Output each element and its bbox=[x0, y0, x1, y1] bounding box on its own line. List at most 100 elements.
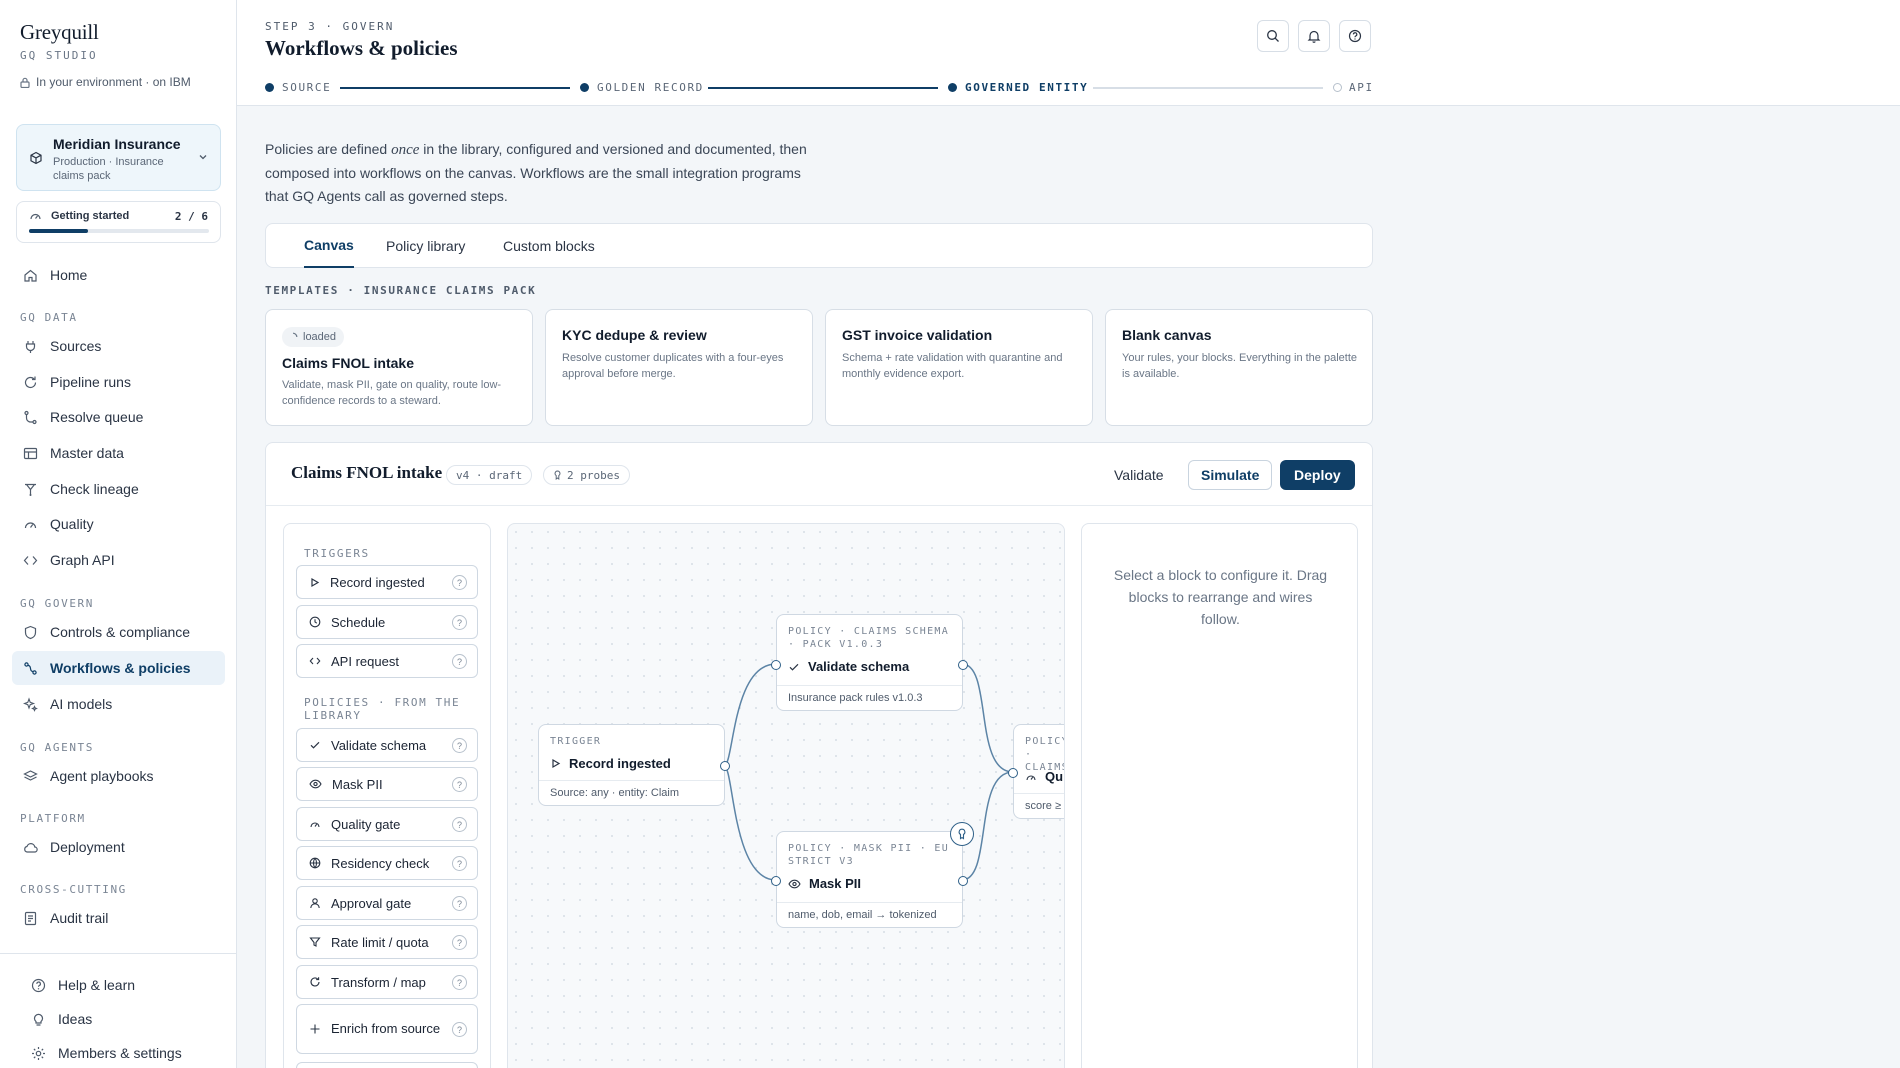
palette-item-enrich-from-source[interactable]: Enrich from source ? bbox=[296, 1004, 478, 1054]
document-icon bbox=[22, 910, 38, 926]
intro-emphasis: once bbox=[391, 142, 420, 158]
sidebar-item-agent-playbooks[interactable]: Agent playbooks bbox=[12, 759, 225, 793]
help-badge[interactable]: ? bbox=[452, 1022, 467, 1037]
step-dot-governed-entity bbox=[948, 83, 957, 92]
help-badge[interactable]: ? bbox=[452, 975, 467, 990]
node-title: Validate schema bbox=[788, 659, 909, 674]
sidebar-item-resolve-queue[interactable]: Resolve queue bbox=[12, 400, 225, 434]
search-button[interactable] bbox=[1257, 20, 1289, 52]
node-detail: Source: any · entity: Claim bbox=[539, 780, 724, 805]
sidebar-item-deployment[interactable]: Deployment bbox=[12, 830, 225, 864]
sidebar-item-label: Sources bbox=[50, 338, 102, 354]
brand-logo[interactable]: Greyquill bbox=[20, 20, 99, 45]
sidebar-item-ai-models[interactable]: AI models bbox=[12, 687, 225, 721]
loaded-badge: loaded bbox=[282, 327, 345, 347]
probe-marker[interactable] bbox=[950, 822, 974, 846]
lineage-icon bbox=[22, 481, 38, 497]
node-validate-schema[interactable]: POLICY · CLAIMS SCHEMA · PACK V1.0.3 Val… bbox=[771, 614, 968, 711]
template-card-kyc-dedupe[interactable]: KYC dedupe & review Resolve customer dup… bbox=[545, 309, 813, 426]
palette-item-residency-check[interactable]: Residency check ? bbox=[296, 846, 478, 880]
node-mask-pii[interactable]: POLICY · MASK PII · EU STRICT V3 Mask PI… bbox=[771, 822, 974, 928]
sidebar-item-audit-trail[interactable]: Audit trail bbox=[12, 901, 225, 935]
tab-canvas[interactable]: Canvas bbox=[304, 224, 354, 268]
palette-item-quality-gate[interactable]: Quality gate ? bbox=[296, 807, 478, 841]
step-connector bbox=[708, 87, 938, 89]
output-port[interactable] bbox=[720, 761, 730, 771]
sidebar-item-quality[interactable]: Quality bbox=[12, 507, 225, 541]
sidebar-item-master-data[interactable]: Master data bbox=[12, 436, 225, 470]
gauge-icon bbox=[22, 516, 38, 532]
step-source[interactable]: SOURCE bbox=[282, 81, 331, 94]
globe-icon bbox=[309, 857, 321, 869]
help-badge[interactable]: ? bbox=[452, 738, 467, 753]
help-badge[interactable]: ? bbox=[452, 817, 467, 832]
template-card-blank-canvas[interactable]: Blank canvas Your rules, your blocks. Ev… bbox=[1105, 309, 1373, 426]
help-button[interactable] bbox=[1339, 20, 1371, 52]
node-kind: POLICY · CLAIMS SCHEMA · PACK V1.0.3 bbox=[788, 626, 950, 650]
template-card-claims-fnol[interactable]: loaded Claims FNOL intake Validate, mask… bbox=[265, 309, 533, 426]
sidebar-item-home[interactable]: Home bbox=[12, 258, 225, 292]
organization-switcher[interactable]: Meridian Insurance Production · Insuranc… bbox=[16, 124, 221, 191]
palette-item-schedule[interactable]: Schedule ? bbox=[296, 605, 478, 639]
sidebar-item-pipeline-runs[interactable]: Pipeline runs bbox=[12, 365, 225, 399]
page-title: Workflows & policies bbox=[265, 36, 458, 60]
sidebar: Greyquill GQ STUDIO In your environment … bbox=[0, 0, 237, 1068]
output-port[interactable] bbox=[958, 876, 968, 886]
help-badge[interactable]: ? bbox=[452, 935, 467, 950]
help-badge[interactable]: ? bbox=[452, 575, 467, 590]
help-badge[interactable]: ? bbox=[452, 896, 467, 911]
palette-item-validate-schema[interactable]: Validate schema ? bbox=[296, 728, 478, 762]
palette-item-approval-gate[interactable]: Approval gate ? bbox=[296, 886, 478, 920]
palette-item-mask-pii[interactable]: Mask PII ? bbox=[296, 767, 478, 801]
sidebar-item-check-lineage[interactable]: Check lineage bbox=[12, 472, 225, 506]
template-title: Blank canvas bbox=[1122, 327, 1212, 343]
sidebar-item-sources[interactable]: Sources bbox=[12, 329, 225, 363]
step-api[interactable]: API bbox=[1349, 81, 1374, 94]
step-governed-entity[interactable]: GOVERNED ENTITY bbox=[965, 81, 1088, 94]
deploy-button[interactable]: Deploy bbox=[1280, 460, 1355, 490]
tab-custom-blocks[interactable]: Custom blocks bbox=[503, 224, 595, 268]
help-badge[interactable]: ? bbox=[452, 615, 467, 630]
workflow-canvas[interactable]: TRIGGER Record ingested Source: any · en… bbox=[507, 523, 1065, 1068]
sidebar-item-workflows-policies[interactable]: Workflows & policies bbox=[12, 651, 225, 685]
help-badge[interactable]: ? bbox=[452, 777, 467, 792]
getting-started-progress-fill bbox=[29, 229, 89, 233]
input-port[interactable] bbox=[771, 876, 781, 886]
help-badge[interactable]: ? bbox=[452, 654, 467, 669]
template-card-gst-invoice[interactable]: GST invoice validation Schema + rate val… bbox=[825, 309, 1093, 426]
template-description: Resolve customer duplicates with a four-… bbox=[562, 352, 784, 380]
probes-chip[interactable]: 2 probes bbox=[543, 465, 630, 485]
shield-icon bbox=[22, 624, 38, 640]
studio-label: GQ STUDIO bbox=[20, 49, 98, 62]
palette-item-label: Validate schema bbox=[331, 737, 427, 753]
simulate-button[interactable]: Simulate bbox=[1188, 460, 1273, 490]
palette-item-rate-limit[interactable]: Rate limit / quota ? bbox=[296, 925, 478, 959]
sidebar-item-ideas[interactable]: Ideas bbox=[20, 1002, 225, 1036]
workflow-title: Claims FNOL intake bbox=[291, 463, 443, 482]
sidebar-item-help-learn[interactable]: Help & learn bbox=[20, 968, 225, 1002]
sidebar-item-graph-api[interactable]: Graph API bbox=[12, 543, 225, 577]
output-port[interactable] bbox=[958, 660, 968, 670]
sidebar-item-controls-compliance[interactable]: Controls & compliance bbox=[12, 615, 225, 649]
sidebar-item-members-settings[interactable]: Members & settings bbox=[20, 1036, 225, 1068]
step-golden-record[interactable]: GOLDEN RECORD bbox=[597, 81, 704, 94]
palette-item-record-ingested[interactable]: Record ingested ? bbox=[296, 565, 478, 599]
getting-started-card[interactable]: Getting started 2 / 6 bbox=[16, 201, 221, 243]
input-port[interactable] bbox=[771, 660, 781, 670]
table-icon bbox=[22, 445, 38, 461]
node-title-text: Mask PII bbox=[809, 876, 862, 891]
sidebar-item-label: Master data bbox=[50, 445, 124, 461]
tab-policy-library[interactable]: Policy library bbox=[386, 224, 465, 268]
node-trigger-record-ingested[interactable]: TRIGGER Record ingested Source: any · en… bbox=[538, 724, 730, 806]
palette-item-transform-map[interactable]: Transform / map ? bbox=[296, 965, 478, 999]
palette-item-label: Mask PII bbox=[332, 776, 383, 792]
notifications-button[interactable] bbox=[1298, 20, 1330, 52]
palette-item-label: API request bbox=[331, 653, 399, 669]
palette-item-api-request[interactable]: API request ? bbox=[296, 644, 478, 678]
workflow-icon bbox=[22, 660, 38, 676]
validate-button[interactable]: Validate bbox=[1104, 460, 1174, 490]
palette-item-more[interactable] bbox=[296, 1062, 478, 1068]
node-quality-gate[interactable]: POLICY · CLAIMS Qu score ≥ bbox=[1008, 724, 1064, 819]
help-badge[interactable]: ? bbox=[452, 856, 467, 871]
input-port[interactable] bbox=[1008, 768, 1018, 778]
